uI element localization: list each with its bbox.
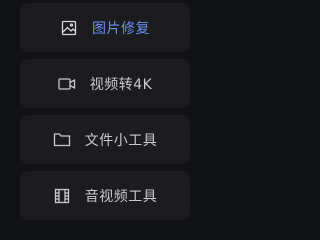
menu-item-file-tools[interactable]: 文件小工具	[20, 115, 190, 164]
menu-item-image-repair[interactable]: 图片修复	[20, 3, 190, 52]
video-camera-icon	[58, 75, 76, 93]
menu-item-label: 文件小工具	[84, 132, 158, 149]
tool-menu: 图片修复 视频转4K 文件小工具 音视频工具	[0, 0, 211, 227]
menu-item-av-tools[interactable]: 音视频工具	[20, 171, 190, 220]
folder-icon	[53, 131, 71, 149]
menu-item-label: 图片修复	[92, 20, 150, 37]
film-icon	[53, 187, 71, 205]
menu-item-label: 视频转4K	[89, 76, 153, 93]
menu-item-video-4k[interactable]: 视频转4K	[20, 59, 190, 108]
menu-item-label: 音视频工具	[84, 188, 158, 205]
image-icon	[60, 19, 78, 37]
